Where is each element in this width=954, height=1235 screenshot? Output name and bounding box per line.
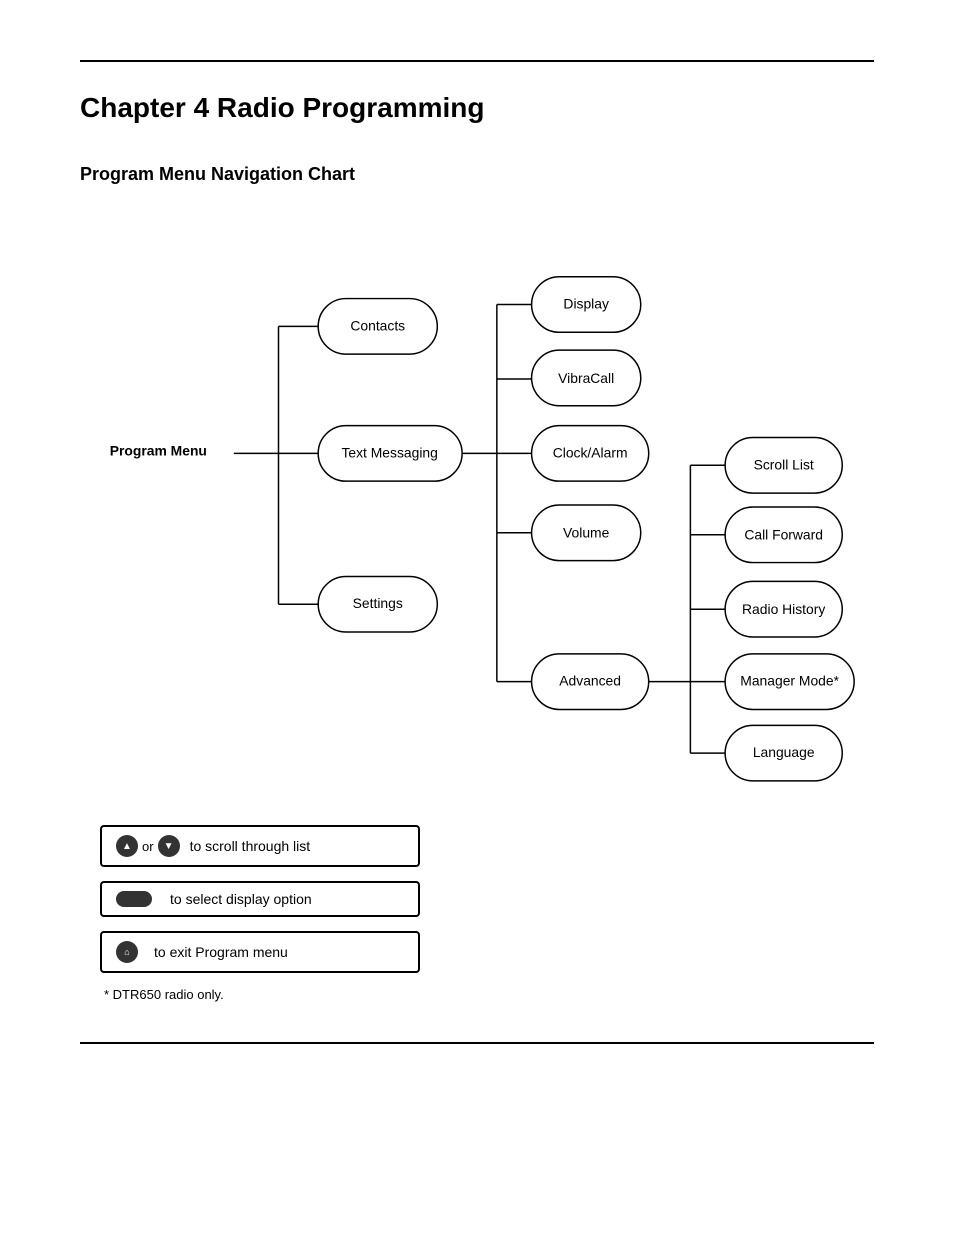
down-arrow-icon: ▼ <box>158 835 180 857</box>
settings-label: Settings <box>353 595 403 611</box>
manager-mode-label: Manager Mode* <box>740 673 839 689</box>
chapter-title: Chapter 4 Radio Programming <box>80 92 874 124</box>
vibracall-label: VibraCall <box>558 370 614 386</box>
up-arrow-icon: ▲ <box>116 835 138 857</box>
page-container: Chapter 4 Radio Programming Program Menu… <box>0 0 954 1104</box>
legend-select: to select display option <box>100 881 420 917</box>
text-messaging-label: Text Messaging <box>341 444 437 460</box>
home-icon-wrapper: ⌂ <box>116 941 138 963</box>
legend-exit: ⌂ to exit Program menu <box>100 931 420 973</box>
select-icon-wrapper <box>116 891 152 907</box>
nav-chart: Program Menu Contacts Text Messaging Set… <box>80 215 874 795</box>
contacts-label: Contacts <box>350 317 405 333</box>
select-label: to select display option <box>170 891 312 907</box>
radio-history-label: Radio History <box>742 601 825 617</box>
scroll-icons: ▲ or ▼ <box>116 835 180 857</box>
scroll-list-label: Scroll List <box>754 456 814 472</box>
exit-label: to exit Program menu <box>154 944 288 960</box>
bottom-rule <box>80 1042 874 1044</box>
display-label: Display <box>563 295 609 311</box>
section-title: Program Menu Navigation Chart <box>80 164 874 185</box>
language-label: Language <box>753 744 815 760</box>
program-menu-label: Program Menu <box>110 442 207 458</box>
home-button-icon: ⌂ <box>116 941 138 963</box>
scroll-label: to scroll through list <box>190 838 311 854</box>
select-button-icon <box>116 891 152 907</box>
call-forward-label: Call Forward <box>744 527 823 543</box>
advanced-label: Advanced <box>559 673 621 689</box>
chart-svg: Program Menu Contacts Text Messaging Set… <box>80 215 874 795</box>
legend-area: ▲ or ▼ to scroll through list to select … <box>80 825 874 1002</box>
top-rule <box>80 60 874 62</box>
clock-alarm-label: Clock/Alarm <box>553 444 628 460</box>
legend-scroll: ▲ or ▼ to scroll through list <box>100 825 420 867</box>
volume-label: Volume <box>563 525 610 541</box>
or-text: or <box>142 839 154 854</box>
footnote: * DTR650 radio only. <box>100 987 874 1002</box>
